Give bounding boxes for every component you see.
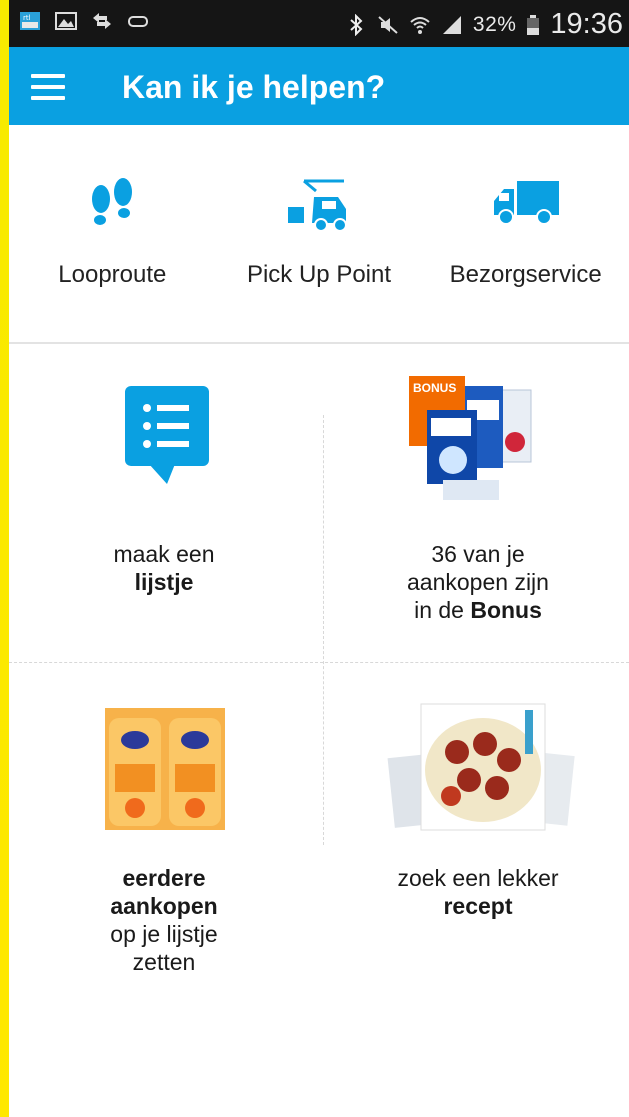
tile-previous-line2: aankopen (110, 893, 218, 919)
rtl-app-icon: rtl (20, 12, 40, 30)
tile-recipe-line2: recept (443, 893, 513, 919)
tile-list-line1: maak een (113, 541, 215, 567)
menu-icon[interactable] (31, 74, 65, 100)
tile-find-recipe[interactable]: zoek een lekker recept (323, 664, 629, 984)
fruit-drink-products-image (105, 708, 225, 830)
main-content: Looproute Pick Up Point Bezorgservice ma… (9, 125, 629, 1117)
tile-recipe-line1: zoek een lekker (397, 865, 559, 891)
battery-percentage: 32% (472, 12, 517, 36)
footsteps-icon (92, 178, 133, 225)
battery-icon (527, 14, 540, 35)
signal-icon (442, 15, 461, 34)
mute-icon (378, 15, 398, 34)
list-chat-icon (125, 386, 209, 484)
tile-previous-purchases[interactable]: eerdere aankopen op je lijstje zetten (9, 664, 319, 984)
tile-previous-text: eerdere aankopen op je lijstje zetten (9, 864, 319, 976)
tile-bonus-purchases[interactable]: BONUS 36 van je aankopen zijn in de Bonu… (323, 344, 629, 664)
bluetooth-icon (350, 13, 363, 36)
quick-action-pickup-point[interactable]: Pick Up Point (216, 125, 423, 342)
bonus-badge-text: BONUS (413, 381, 456, 395)
page-title: Kan ik je helpen? (122, 69, 386, 105)
tile-bonus-line3-bold: Bonus (470, 597, 542, 623)
tile-bonus-text: 36 van je aankopen zijn in de Bonus (323, 540, 629, 624)
svg-text:rtl: rtl (23, 14, 31, 22)
tile-bonus-line3-prefix: in de (414, 597, 464, 623)
pickup-car-icon (288, 179, 347, 232)
quick-actions: Looproute Pick Up Point Bezorgservice (9, 125, 629, 344)
tile-make-list[interactable]: maak een lijstje (9, 344, 319, 664)
quick-action-looproute[interactable]: Looproute (9, 125, 216, 342)
clock-time: 19:36 (550, 8, 623, 40)
tile-make-list-text: maak een lijstje (9, 540, 319, 596)
tile-bonus-line2: aankopen zijn (407, 569, 549, 595)
wifi-icon (410, 16, 430, 34)
quick-action-label: Pick Up Point (246, 261, 392, 288)
status-bar: rtl 32% 19:36 (9, 0, 629, 47)
voicemail-icon (128, 16, 148, 27)
sync-arrows-icon (93, 13, 111, 29)
yellow-frame (0, 0, 9, 1117)
app-bar: Kan ik je helpen? (9, 47, 629, 125)
tile-previous-line1: eerdere (122, 865, 206, 891)
bonus-products-image: BONUS (409, 376, 532, 500)
tile-previous-line3: op je lijstje (110, 921, 218, 947)
quick-action-bezorgservice[interactable]: Bezorgservice (422, 125, 629, 342)
quick-action-label: Looproute (58, 261, 167, 288)
delivery-truck-icon (493, 181, 559, 225)
quick-action-label: Bezorgservice (449, 261, 602, 288)
tile-previous-line4: zetten (132, 949, 196, 975)
gallery-icon (55, 12, 77, 30)
tile-bonus-line1: 36 van je (431, 541, 525, 567)
tile-list-line2: lijstje (134, 569, 194, 595)
tile-recipe-text: zoek een lekker recept (323, 864, 629, 920)
recipe-food-image (387, 703, 575, 831)
